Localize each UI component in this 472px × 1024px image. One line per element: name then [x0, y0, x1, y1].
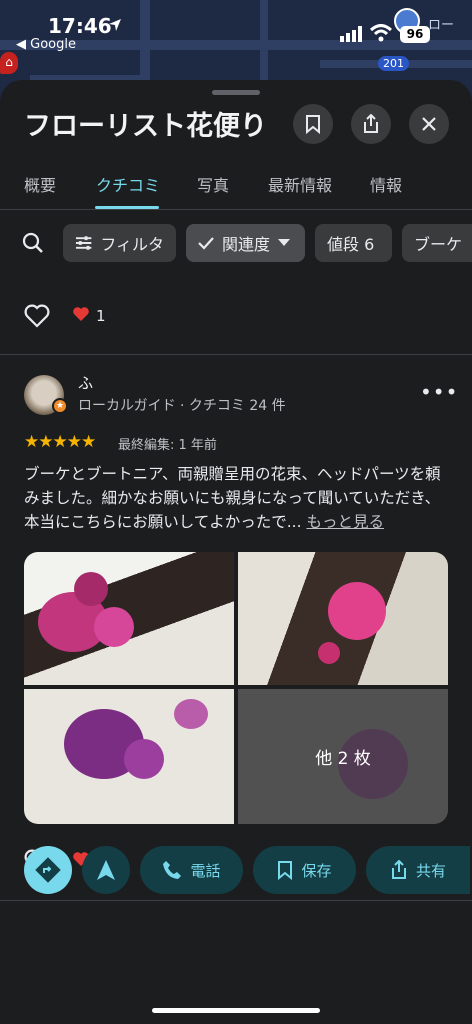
location-arrow-icon — [109, 19, 121, 31]
battery-indicator: 96 — [400, 26, 430, 43]
save-label: 保存 — [301, 861, 332, 880]
dropdown-arrow-icon — [278, 239, 291, 246]
action-bar: 電話 保存 共有 — [0, 842, 472, 902]
status-time: 17:46 — [48, 14, 112, 38]
back-to-app-link[interactable]: ◀ Google — [16, 37, 76, 52]
search-icon[interactable] — [22, 232, 44, 254]
divider — [0, 354, 472, 355]
rating-stars: ★★★★★ — [24, 432, 96, 452]
review-photo-2[interactable] — [238, 552, 448, 685]
share-icon — [364, 114, 378, 133]
heart-reaction-icon — [72, 306, 90, 326]
more-options-icon[interactable]: ••• — [420, 380, 458, 404]
review-edited-time: 最終編集: 1 年前 — [118, 438, 217, 453]
save-button[interactable]: 保存 — [253, 846, 356, 894]
phone-icon — [163, 861, 182, 879]
navigation-arrow-icon — [97, 860, 115, 880]
filter-chip-label: フィルタ — [100, 235, 164, 254]
filter-chip[interactable]: フィルタ — [63, 224, 176, 262]
share-icon — [391, 860, 406, 879]
tab-bar: 概要 クチコミ 写真 最新情報 情報 — [0, 166, 472, 210]
review-text: ブーケとブートニア、両親贈呈用の花束、ヘッドパーツを頼みました。細かなお願いにも… — [24, 462, 448, 534]
bouquet-chip-label: ブーケ — [414, 235, 463, 254]
sheet-drag-handle[interactable] — [212, 90, 260, 95]
prev-review-likes: 1 — [24, 302, 106, 330]
close-icon — [422, 117, 436, 131]
share-label: 共有 — [415, 861, 446, 880]
review-photo-1[interactable] — [24, 552, 234, 685]
wifi-icon — [370, 24, 392, 42]
cellular-signal-icon — [340, 26, 362, 42]
bookmark-icon — [306, 115, 320, 134]
close-button[interactable] — [409, 104, 449, 144]
bouquet-chip[interactable]: ブーケ — [402, 224, 472, 262]
read-more-link[interactable]: もっと見る — [306, 513, 384, 531]
place-title: フローリスト花便り — [24, 111, 267, 142]
review-author-meta: ローカルガイド · クチコミ 24 件 — [78, 398, 286, 414]
status-bar: 17:46 ◀ Google 96 — [0, 0, 472, 60]
tune-icon — [75, 236, 92, 250]
like-heart-outline-icon[interactable] — [24, 304, 50, 328]
local-guide-badge-icon: ★ — [52, 398, 68, 414]
review-photos: 他 2 枚 — [24, 552, 448, 824]
price-chip[interactable]: 値段 6 — [315, 224, 392, 262]
filter-row: フィルタ 関連度 値段 6 ブーケ — [0, 224, 472, 264]
tab-reviews[interactable]: クチコミ — [96, 172, 160, 196]
home-indicator[interactable] — [152, 1008, 320, 1013]
tab-about[interactable]: 情報 — [370, 172, 402, 196]
share-top-button[interactable] — [351, 104, 391, 144]
tab-updates[interactable]: 最新情報 — [268, 172, 332, 196]
tab-photos[interactable]: 写真 — [197, 172, 229, 196]
tab-overview[interactable]: 概要 — [24, 172, 56, 196]
directions-icon — [35, 857, 61, 883]
like-count: 1 — [96, 307, 106, 325]
sort-relevance-chip[interactable]: 関連度 — [186, 224, 305, 262]
directions-button[interactable] — [24, 846, 72, 894]
bookmark-icon — [278, 861, 293, 880]
review-author[interactable]: ふ — [78, 372, 93, 393]
call-label: 電話 — [190, 861, 221, 880]
more-photos-overlay[interactable]: 他 2 枚 — [238, 689, 448, 824]
share-button[interactable]: 共有 — [366, 846, 470, 894]
call-button[interactable]: 電話 — [140, 846, 243, 894]
sort-chip-label: 関連度 — [222, 235, 271, 254]
active-tab-indicator — [95, 206, 159, 209]
price-chip-label: 値段 6 — [327, 235, 375, 254]
review-photo-3[interactable] — [24, 689, 234, 824]
navigate-button[interactable] — [82, 846, 130, 894]
check-icon — [198, 237, 214, 250]
review-photo-4[interactable]: 他 2 枚 — [238, 689, 448, 824]
bookmark-button[interactable] — [293, 104, 333, 144]
